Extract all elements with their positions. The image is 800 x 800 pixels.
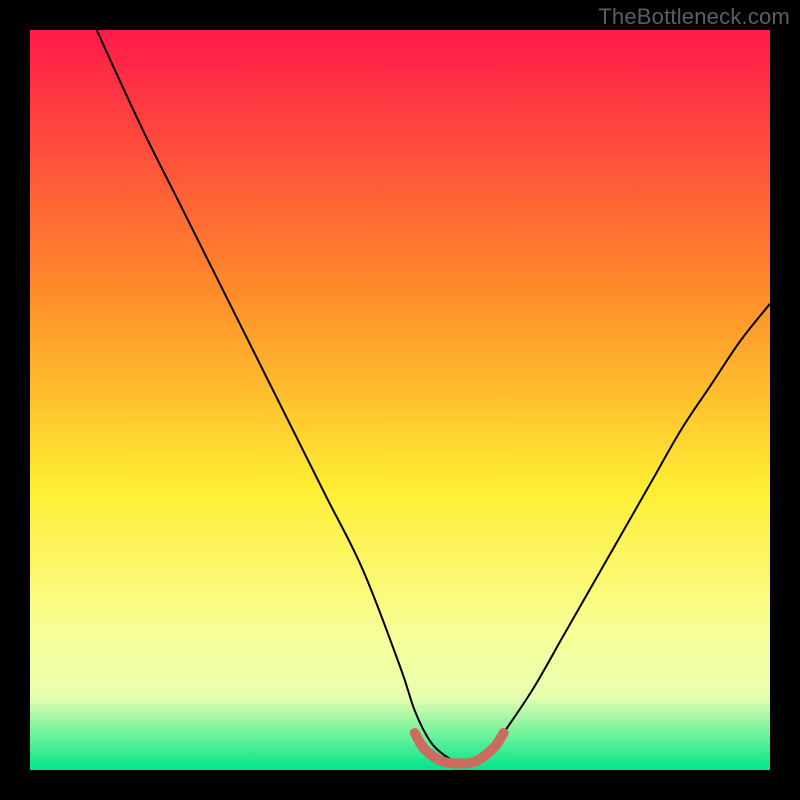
chart-frame: TheBottleneck.com <box>0 0 800 800</box>
plot-area <box>30 30 770 770</box>
gradient-background <box>30 30 770 770</box>
plot-svg <box>30 30 770 770</box>
watermark-label: TheBottleneck.com <box>598 4 790 30</box>
